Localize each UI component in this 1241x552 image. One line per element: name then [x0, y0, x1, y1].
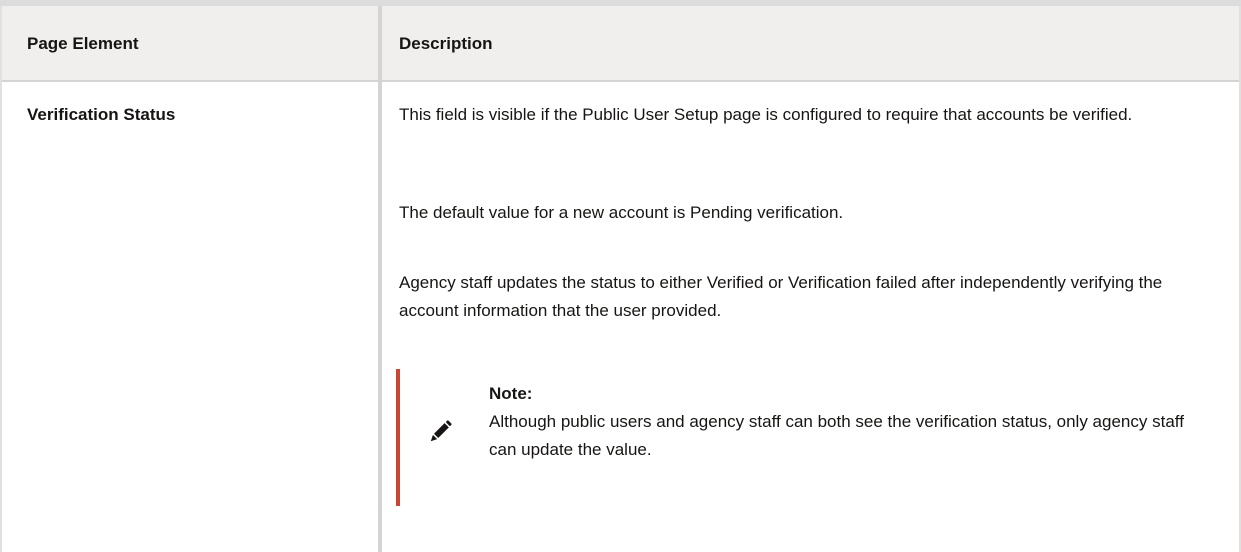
note-accent-bar: [396, 369, 400, 506]
row-element-label: Verification Status: [27, 105, 176, 124]
description-paragraph: This field is visible if the Public User…: [399, 105, 1133, 124]
header-page-element: Page Element: [27, 34, 139, 53]
note-callout: Note: Although public users and agency s…: [396, 369, 1226, 506]
description-paragraph: The default value for a new account is P…: [399, 203, 844, 222]
header-description: Description: [399, 34, 493, 53]
description-paragraph: Agency staff updates the status to eithe…: [399, 273, 1163, 320]
note-title: Note:: [489, 384, 533, 403]
page-element-table: Page Element Description Verification St…: [0, 0, 1241, 552]
note-text: Although public users and agency staff c…: [489, 412, 1184, 459]
pencil-icon: [430, 420, 452, 442]
table-left-border: [0, 6, 2, 552]
column-divider: [378, 6, 382, 552]
table-header-row: [0, 6, 1241, 82]
